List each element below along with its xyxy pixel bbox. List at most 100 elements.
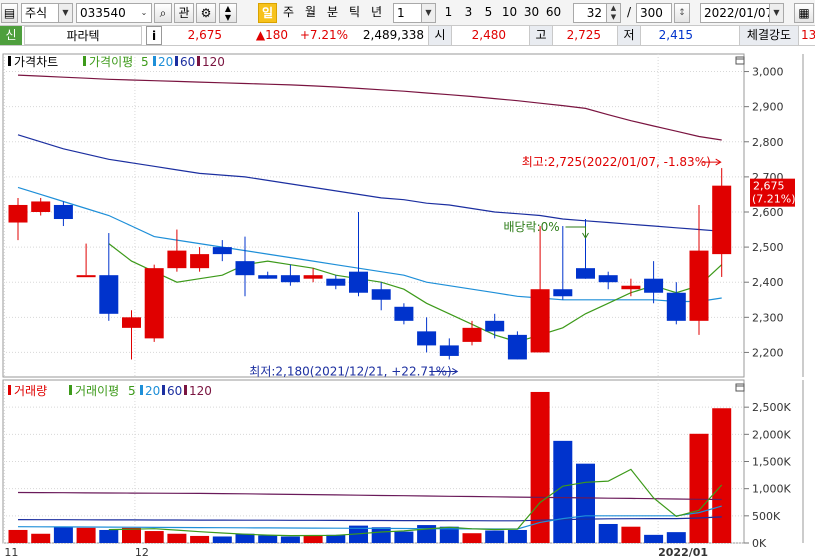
candle-body[interactable] bbox=[689, 250, 709, 321]
current-change-label: (7.21%) bbox=[752, 193, 796, 206]
volume-bar[interactable] bbox=[712, 408, 732, 543]
stock-name[interactable]: 파라텍 bbox=[24, 26, 142, 45]
period-minute-button[interactable]: 분 bbox=[323, 3, 342, 23]
volume-bar[interactable] bbox=[8, 529, 28, 543]
interval-button-10[interactable]: 10 bbox=[500, 3, 519, 23]
interval-button-1[interactable]: 1 bbox=[441, 3, 456, 23]
interval-select[interactable]: 1 ▼ bbox=[393, 3, 436, 23]
market-select[interactable]: 주식 ▼ bbox=[21, 3, 73, 23]
candle-body[interactable] bbox=[394, 306, 414, 321]
interval-button-3[interactable]: 3 bbox=[461, 3, 476, 23]
volume-bar[interactable] bbox=[303, 535, 323, 543]
strength-value: 134.6 bbox=[801, 28, 815, 42]
spinner-icon[interactable]: ▲ ▼ bbox=[219, 3, 237, 23]
volume-bar[interactable] bbox=[644, 534, 664, 543]
volume-bar[interactable] bbox=[689, 433, 709, 543]
candle-body[interactable] bbox=[644, 278, 664, 293]
candle-body[interactable] bbox=[99, 275, 119, 314]
volume-bar[interactable] bbox=[76, 527, 96, 543]
period-tick-button[interactable]: 틱 bbox=[345, 3, 364, 23]
x-tick-label: 2022/01 bbox=[658, 546, 708, 559]
interval-button-5[interactable]: 5 bbox=[481, 3, 496, 23]
code-input[interactable]: 033540 ⌄ bbox=[76, 3, 152, 23]
interval-button-30[interactable]: 30 bbox=[522, 3, 541, 23]
maximize-icon[interactable] bbox=[735, 383, 745, 392]
count-input[interactable]: 32 ▲ ▼ bbox=[573, 3, 621, 23]
volume-bar[interactable] bbox=[326, 534, 346, 543]
date-select[interactable]: 2022/01/07 ▼ bbox=[700, 3, 784, 23]
total-input[interactable]: 300 bbox=[636, 3, 672, 23]
volume-bar[interactable] bbox=[371, 527, 391, 543]
candle-body[interactable] bbox=[712, 185, 732, 255]
price-volume-chart[interactable]: 3,0002,9002,8002,7002,6002,5002,4002,300… bbox=[0, 47, 815, 560]
interval-button-60[interactable]: 60 bbox=[544, 3, 563, 23]
period-week-button[interactable]: 주 bbox=[279, 3, 298, 23]
candle-body[interactable] bbox=[76, 275, 96, 278]
candle-body[interactable] bbox=[439, 345, 459, 356]
candle-body[interactable] bbox=[553, 289, 573, 297]
volume-bar[interactable] bbox=[167, 533, 187, 543]
candle-body[interactable] bbox=[507, 334, 527, 360]
candle-body[interactable] bbox=[303, 275, 323, 279]
candle-body[interactable] bbox=[258, 275, 278, 279]
volume-bar[interactable] bbox=[553, 440, 573, 543]
volume-bar[interactable] bbox=[212, 536, 232, 543]
candle-body[interactable] bbox=[122, 317, 141, 328]
candle-body[interactable] bbox=[190, 254, 210, 269]
candle-body[interactable] bbox=[144, 268, 164, 339]
candle-body[interactable] bbox=[417, 331, 437, 346]
period-month-button[interactable]: 월 bbox=[301, 3, 320, 23]
spinner-icon[interactable]: ▲ ▼ bbox=[606, 4, 620, 22]
volume-bar[interactable] bbox=[417, 525, 437, 543]
candle-body[interactable] bbox=[8, 204, 28, 223]
volume-bar[interactable] bbox=[485, 530, 505, 543]
legend-marker bbox=[8, 56, 11, 66]
volume-bar[interactable] bbox=[621, 526, 641, 543]
candle-body[interactable] bbox=[212, 247, 232, 255]
volume-bar[interactable] bbox=[122, 527, 141, 543]
search-icon[interactable]: ⌕ bbox=[154, 3, 172, 23]
volume-bar[interactable] bbox=[190, 535, 210, 543]
price-tick-label: 2,500 bbox=[752, 241, 784, 254]
volume-bar[interactable] bbox=[462, 533, 482, 543]
volume-bar[interactable] bbox=[31, 533, 51, 543]
candle-body[interactable] bbox=[598, 275, 618, 283]
candle-body[interactable] bbox=[235, 261, 255, 276]
candle-body[interactable] bbox=[576, 268, 595, 279]
candle-body[interactable] bbox=[666, 292, 686, 321]
arrows-icon[interactable]: ↕ bbox=[674, 3, 690, 23]
volume-bar[interactable] bbox=[99, 529, 119, 543]
volume-bar[interactable] bbox=[598, 523, 618, 543]
candle-body[interactable] bbox=[530, 289, 550, 353]
info-icon[interactable]: i bbox=[146, 26, 162, 45]
volume-bar[interactable] bbox=[258, 535, 278, 543]
volume-bar[interactable] bbox=[53, 526, 73, 543]
period-day-button[interactable]: 일 bbox=[258, 3, 277, 23]
candle-body[interactable] bbox=[280, 275, 300, 283]
menu-icon[interactable]: ▤ bbox=[1, 3, 18, 23]
candle-body[interactable] bbox=[167, 250, 187, 269]
candle-body[interactable] bbox=[371, 289, 391, 300]
legend-marker bbox=[8, 385, 11, 395]
volume-bar[interactable] bbox=[235, 533, 255, 543]
volume-bar[interactable] bbox=[507, 529, 527, 543]
calendar-icon[interactable]: ▦ bbox=[794, 3, 814, 23]
settings-icon[interactable]: ⚙ bbox=[196, 3, 216, 23]
volume-bar[interactable] bbox=[576, 463, 595, 543]
volume-bar[interactable] bbox=[666, 532, 686, 543]
legend-marker bbox=[175, 56, 178, 66]
count-separator: / bbox=[626, 5, 632, 19]
watch-button[interactable]: 관 bbox=[174, 3, 194, 23]
volume-bar[interactable] bbox=[280, 536, 300, 543]
volume-bar[interactable] bbox=[144, 531, 164, 543]
candle-body[interactable] bbox=[485, 320, 505, 332]
candle-body[interactable] bbox=[53, 204, 73, 220]
maximize-icon[interactable] bbox=[735, 56, 745, 65]
candle-body[interactable] bbox=[31, 201, 51, 212]
candle-body[interactable] bbox=[326, 278, 346, 286]
period-year-button[interactable]: 년 bbox=[367, 3, 386, 23]
volume-bar[interactable] bbox=[394, 531, 414, 543]
candle-body[interactable] bbox=[621, 285, 641, 290]
candle-body[interactable] bbox=[349, 271, 368, 293]
candle-body[interactable] bbox=[462, 327, 482, 342]
